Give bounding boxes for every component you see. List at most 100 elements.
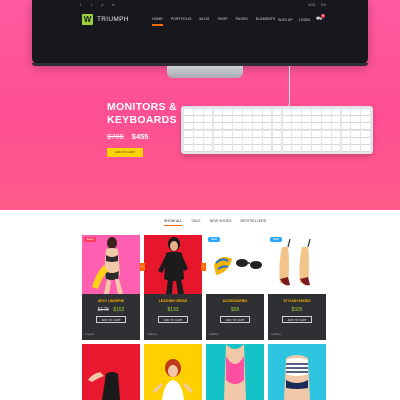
add-to-cart-button[interactable]: Add to cart [282, 316, 312, 323]
keyboard-key [361, 123, 370, 130]
keyboard-key [331, 137, 341, 144]
product-price: $325 [268, 307, 326, 313]
keyboard-key [193, 109, 203, 115]
cart-icon[interactable]: ⛟ 0 [316, 14, 325, 22]
nav-portfolio[interactable]: Portfolio [171, 17, 192, 21]
nav-blog[interactable]: Blog [199, 17, 209, 21]
product-category[interactable]: Lingerie [85, 333, 94, 336]
product-category[interactable]: Clothing [209, 333, 219, 336]
carousel-next-arrow[interactable]: › [201, 263, 206, 271]
product-image[interactable] [206, 344, 264, 400]
product-card[interactable]: Sale Sexy Lingerie $178 $152 Add to cart… [82, 235, 140, 340]
keyboard-key [351, 109, 361, 115]
add-to-cart-button[interactable]: Add to cart [220, 316, 250, 323]
account-nav: Sign up Login ⛟ 0 [278, 14, 325, 22]
product-current-price: $133 [167, 307, 179, 313]
keyboard-key [361, 137, 370, 144]
product-card[interactable]: New Accessories $58 Add to cart Clothing [206, 235, 264, 340]
nav-home[interactable]: Home [152, 17, 163, 26]
product-card[interactable]: Leather Dress $133 Add to cart Clothing [144, 235, 202, 340]
nav-elements[interactable]: Elements [256, 17, 275, 21]
sign-up-link[interactable]: Sign up [278, 18, 293, 22]
carousel-prev-arrow[interactable]: ‹ [140, 263, 145, 271]
tab-new-shoes[interactable]: New shoes [210, 219, 232, 223]
keyboard-key [193, 123, 203, 130]
keyboard-key [233, 123, 242, 130]
facebook-icon[interactable]: f [78, 3, 83, 8]
language-select[interactable]: EN [321, 3, 326, 7]
product-image[interactable] [268, 344, 326, 400]
keyboard-key [243, 137, 252, 144]
product-image[interactable]: Sale [82, 235, 140, 294]
product-old-price: $178 [97, 307, 109, 313]
keyboard-key [184, 109, 193, 115]
product-image[interactable] [82, 344, 140, 400]
keyboard-key [312, 116, 321, 123]
keyboard-key [292, 144, 302, 151]
keyboard-key [331, 123, 341, 130]
keyboard-key [233, 137, 242, 144]
product-image[interactable] [144, 344, 202, 400]
tab-bestsellers[interactable]: Bestsellers [241, 219, 267, 223]
login-link[interactable]: Login [299, 18, 310, 22]
add-to-cart-button[interactable]: Add to cart [158, 316, 188, 323]
keyboard-key [282, 144, 292, 151]
keyboard-key [321, 123, 331, 130]
product-card[interactable]: New Stylish Shoes $325 Add to cart Cloth… [268, 235, 326, 340]
product-info: Leather Dress $133 Add to cart Clothing [144, 294, 202, 340]
product-name[interactable]: Accessories [206, 299, 264, 303]
tab-sale[interactable]: Sale [191, 219, 200, 223]
product-current-price: $58 [230, 307, 240, 313]
keyboard-key [292, 130, 302, 137]
add-to-cart-button[interactable]: Add to cart [96, 316, 126, 323]
linkedin-icon[interactable]: in [111, 3, 116, 8]
product-name[interactable]: Leather Dress [144, 299, 202, 303]
keyboard-key [351, 123, 361, 130]
keyboard-key [361, 130, 370, 137]
keyboard-key [213, 137, 223, 144]
keyboard-key [184, 137, 193, 144]
tab-show-all[interactable]: Show all [164, 219, 183, 226]
keyboard-key [203, 130, 213, 137]
add-to-cart-label: Add to cart [225, 318, 245, 322]
product-name[interactable]: Sexy Lingerie [82, 299, 140, 303]
hero-price: $708 $455 [107, 132, 148, 141]
keyboard-key [282, 130, 292, 137]
sale-badge: Sale [84, 237, 96, 242]
product-category[interactable]: Clothing [147, 333, 157, 336]
nav-shop[interactable]: Shop [217, 17, 227, 21]
pinterest-icon[interactable]: p [100, 3, 105, 8]
currency-select[interactable]: USD [308, 3, 315, 7]
product-category[interactable]: Clothing [271, 333, 281, 336]
keyboard-key [213, 130, 223, 137]
twitter-icon[interactable]: t [89, 3, 94, 8]
logo-text: TRIUMPH [97, 16, 129, 23]
keyboard-key [302, 130, 311, 137]
keyboard-key [292, 109, 302, 115]
product-image[interactable]: New [268, 235, 326, 294]
product-filter-tabs: Show all Sale New shoes Bestsellers [164, 219, 267, 226]
keyboard-key [262, 109, 272, 115]
keyboard-key [184, 116, 193, 123]
product-current-price: $152 [113, 307, 125, 313]
keyboard-key [312, 123, 321, 130]
keyboard-key [272, 137, 282, 144]
hero-add-to-cart-button[interactable]: Add to cart [107, 148, 143, 157]
keyboard-key [252, 123, 262, 130]
keyboard-key [331, 109, 341, 115]
keyboard-key [262, 130, 272, 137]
product-image[interactable] [144, 235, 202, 294]
keyboard-key [361, 144, 370, 151]
keyboard-key [331, 116, 341, 123]
product-name[interactable]: Stylish Shoes [268, 299, 326, 303]
nav-pages[interactable]: Pages [236, 17, 248, 21]
keyboard-key [331, 130, 341, 137]
product-image[interactable]: New [206, 235, 264, 294]
site-logo[interactable]: W TRIUMPH [82, 14, 129, 25]
keyboard-key [282, 109, 292, 115]
keyboard-key [262, 116, 272, 123]
keyboard-key [312, 109, 321, 115]
keyboard-key [351, 130, 361, 137]
product-info: Stylish Shoes $325 Add to cart Clothing [268, 294, 326, 340]
product-info: Accessories $58 Add to cart Clothing [206, 294, 264, 340]
